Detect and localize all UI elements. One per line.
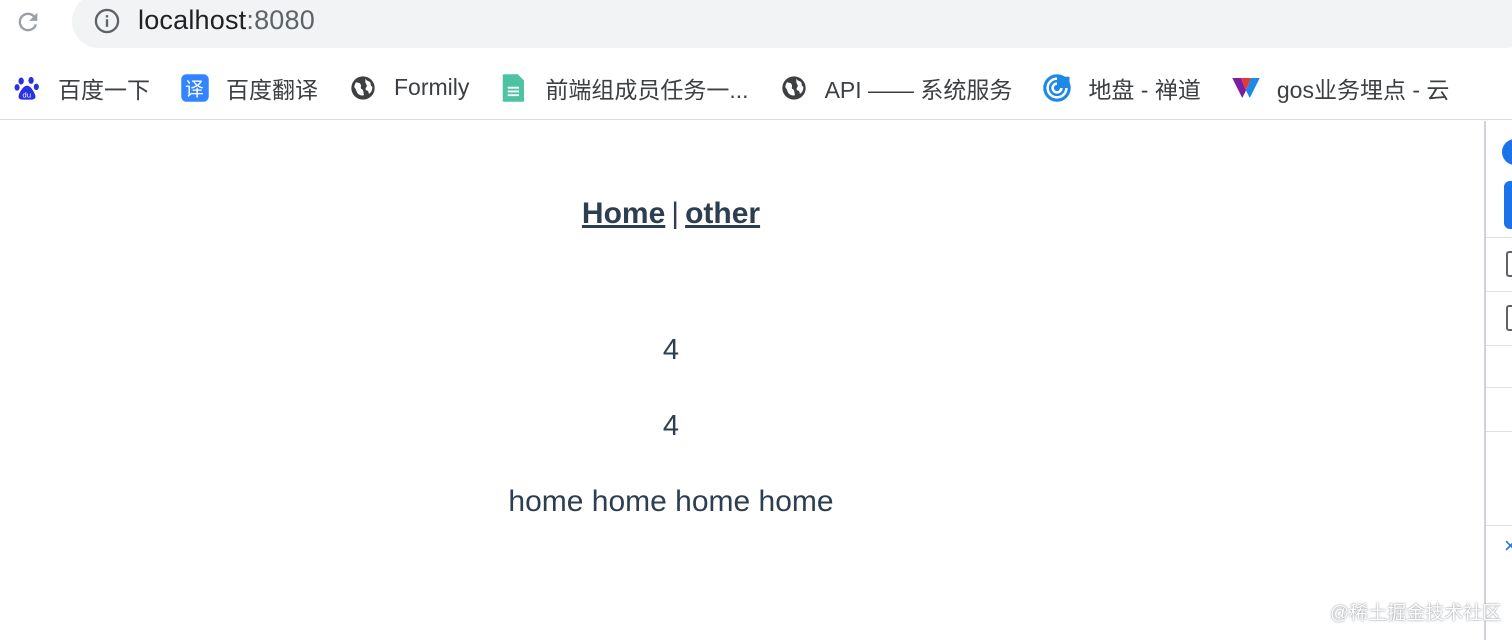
bookmark-zentao[interactable]: 地盘 - 禅道: [1042, 68, 1201, 108]
devtools-panel: ×: [1484, 121, 1512, 640]
bookmark-label: Formily: [394, 74, 470, 100]
svg-text:译: 译: [185, 79, 204, 100]
bookmark-label: 百度一下: [58, 76, 150, 103]
address-bar[interactable]: localhost:8080: [72, 0, 1512, 48]
devtools-divider: [1486, 345, 1512, 346]
nav-link-other[interactable]: other: [685, 197, 760, 230]
url-text[interactable]: localhost:8080: [138, 5, 315, 36]
url-host: localhost: [138, 5, 247, 35]
translate-icon: 译: [180, 73, 210, 103]
globe-icon: [779, 73, 809, 103]
v-logo-icon: [1231, 73, 1261, 103]
devtools-divider: [1486, 525, 1512, 526]
bookmark-label: 地盘 - 禅道: [1088, 76, 1201, 103]
devtools-indicator-icon[interactable]: [1502, 139, 1512, 165]
zentao-swirl-icon: [1042, 73, 1072, 103]
devtools-tab-icon[interactable]: [1504, 181, 1512, 229]
nav-link-home[interactable]: Home: [582, 197, 665, 230]
watermark-text: @稀土掘金技术社区: [1330, 603, 1502, 624]
bookmark-api-service[interactable]: API —— 系统服务: [779, 68, 1013, 108]
info-icon[interactable]: [92, 6, 122, 36]
bookmarks-bar: du 百度一下 译 百度翻译 Formily 前端组成员任务一... API —…: [0, 56, 1512, 120]
nav-separator: |: [671, 197, 680, 230]
router-nav: Home | other: [0, 197, 1342, 231]
dock-side-icon[interactable]: [1506, 305, 1512, 331]
count-value: 4: [662, 334, 680, 366]
count-value-secondary: 4: [662, 410, 680, 442]
bookmark-label: 前端组成员任务一...: [545, 76, 749, 103]
url-port: :8080: [246, 5, 315, 35]
reload-icon: [18, 12, 38, 32]
globe-icon: [348, 73, 378, 103]
bookmark-formily[interactable]: Formily: [348, 68, 469, 108]
bookmark-label: 百度翻译: [226, 76, 318, 103]
devtools-divider: [1486, 387, 1512, 388]
page-content: Home | other 4 4 home home home home: [0, 121, 1484, 640]
sheet-doc-icon: [499, 73, 529, 103]
devtools-divider: [1486, 291, 1512, 292]
devtools-divider: [1486, 431, 1512, 432]
bookmark-label: gos业务埋点 - 云: [1276, 76, 1450, 103]
device-toolbar-icon[interactable]: [1506, 251, 1512, 277]
bookmark-label: API —— 系统服务: [824, 76, 1013, 103]
close-icon[interactable]: ×: [1504, 533, 1512, 559]
baidu-paw-icon: du: [12, 73, 42, 103]
devtools-divider: [1486, 237, 1512, 238]
svg-text:du: du: [22, 91, 31, 99]
bookmark-baidu[interactable]: du 百度一下: [12, 68, 150, 108]
browser-toolbar: localhost:8080: [0, 0, 1512, 56]
home-text: home home home home: [508, 485, 834, 518]
bookmark-task-sheet[interactable]: 前端组成员任务一...: [499, 68, 749, 108]
reload-button[interactable]: [12, 6, 44, 38]
bookmark-baidu-translate[interactable]: 译 百度翻译: [180, 68, 318, 108]
bookmark-gos-tracking[interactable]: gos业务埋点 - 云: [1231, 68, 1450, 108]
